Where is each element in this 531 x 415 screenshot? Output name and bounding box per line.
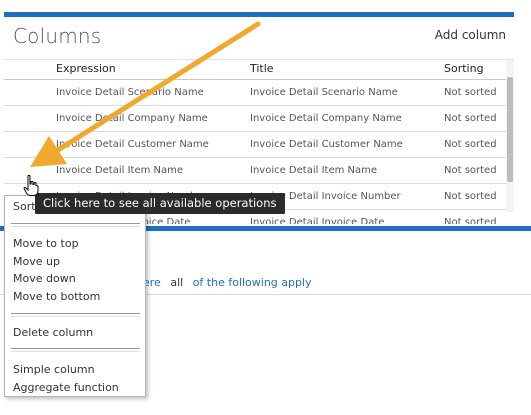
hand-pointer-icon [23, 175, 39, 196]
arrow-icon [30, 21, 261, 167]
